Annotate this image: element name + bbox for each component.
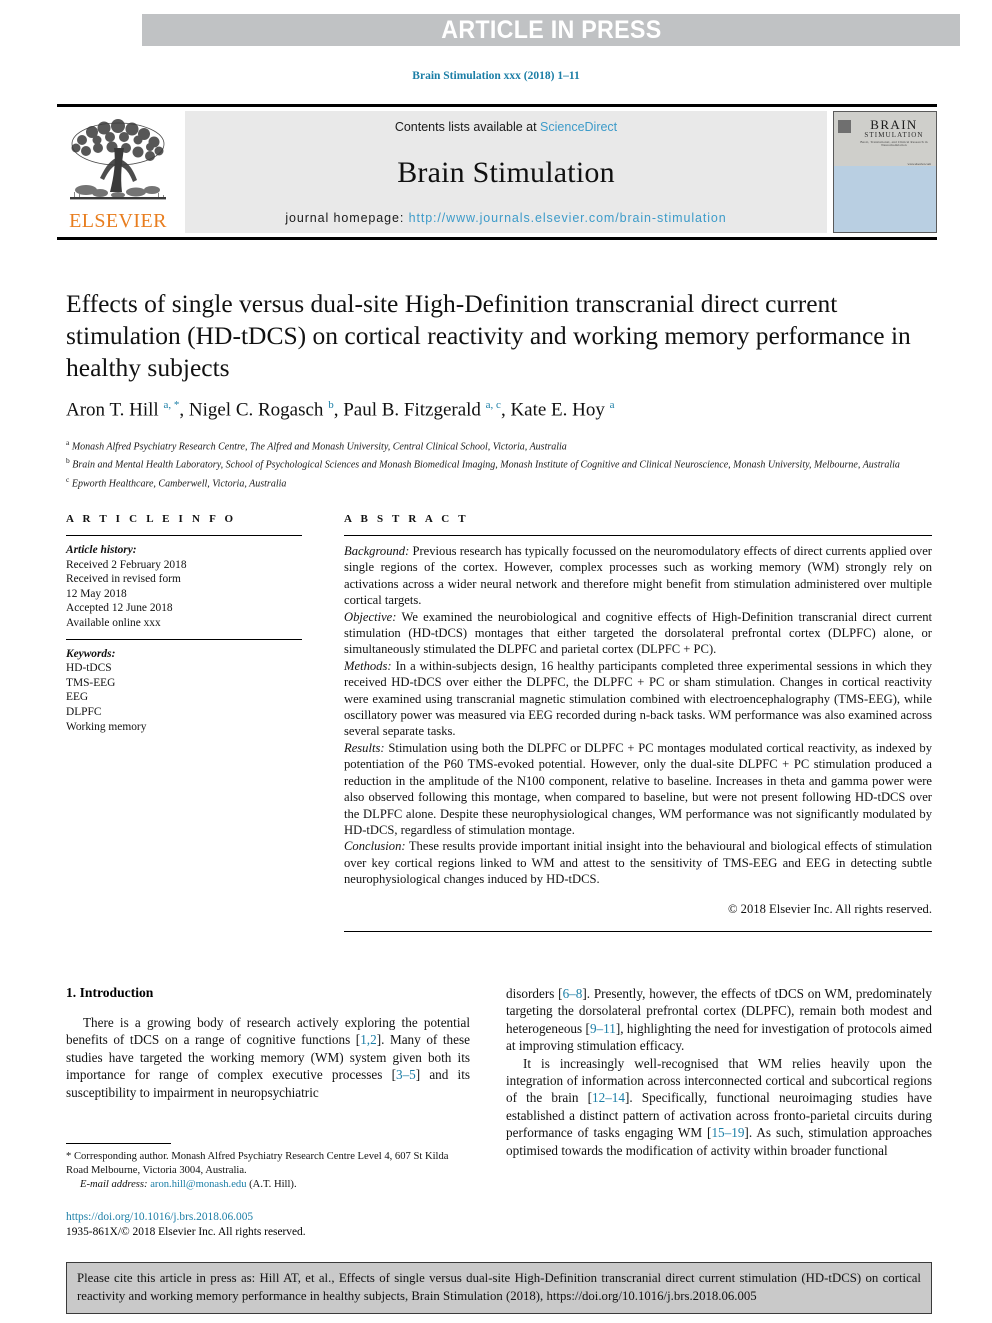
footnote-email-line: E-mail address: aron.hill@monash.edu (A.… <box>66 1178 470 1192</box>
citation-reference[interactable]: 6–8 <box>563 986 583 1001</box>
keyword-item: DLPFC <box>66 705 102 718</box>
citation-reference[interactable]: 1,2 <box>360 1032 376 1047</box>
keywords-block: Keywords: HD-tDCS TMS-EEG EEG DLPFC Working … <box>66 647 302 735</box>
footnote-corresponding-text: * Corresponding author. Monash Alfred Ps… <box>66 1151 449 1176</box>
cover-corner-note: www.elsevier.com <box>834 159 936 166</box>
abstract-section-label: Conclusion: <box>344 839 406 854</box>
affiliation-item: b Brain and Mental Health Laboratory, Sc… <box>66 456 900 471</box>
article-history-item: Received 2 February 2018 <box>66 558 187 571</box>
citation-reference[interactable]: 12–14 <box>592 1090 625 1105</box>
article-info-panel: A R T I C L E I N F O Article history: R… <box>66 513 302 734</box>
cover-header: BRAIN STIMULATION Basic, Translational, … <box>834 112 936 159</box>
intro-paragraph-1: There is a growing body of research acti… <box>66 1015 470 1100</box>
affiliation-item: c Epworth Healthcare, Camberwell, Victor… <box>66 474 287 489</box>
abstract-section: Results: Stimulation using both the DLPF… <box>344 740 932 837</box>
article-history-item: Available online xxx <box>66 616 161 629</box>
cover-title: BRAIN <box>870 117 918 132</box>
sciencedirect-link[interactable]: ScienceDirect <box>540 120 617 134</box>
doi-block: https://doi.org/10.1016/j.brs.2018.06.00… <box>66 1210 506 1239</box>
elsevier-tree-icon <box>70 119 166 200</box>
title-block: Effects of single versus dual-site High-… <box>66 288 932 491</box>
page-title: Effects of single versus dual-site High-… <box>66 289 911 382</box>
body-column-right: disorders [6–8]. Presently, however, the… <box>506 985 932 1159</box>
homepage-prefix: journal homepage: <box>285 211 409 225</box>
affiliation-item: a Monash Alfred Psychiatry Research Cent… <box>66 438 567 453</box>
email-label: E-mail address: <box>80 1179 148 1190</box>
abstract-section-label: Background: <box>344 544 410 558</box>
keyword-item: EEG <box>66 691 89 704</box>
abstract-section: Conclusion: These results provide import… <box>344 839 932 887</box>
journal-title: Brain Stimulation <box>397 155 615 189</box>
contents-line: Contents lists available at ScienceDirec… <box>395 120 617 134</box>
abstract-section-label: Methods: <box>344 658 392 673</box>
cover-badge-icon <box>838 120 851 133</box>
cite-this-article-text: Please cite this article in press as: Hi… <box>77 1271 921 1303</box>
citation-reference[interactable]: 9–11 <box>590 1021 616 1036</box>
abstract-body: Background: Previous research has typica… <box>344 543 932 888</box>
article-history-block: Article history: Received 2 February 201… <box>66 543 302 631</box>
article-history-items: Received 2 February 2018 Received in revi… <box>66 558 302 631</box>
abstract-section: Methods: In a within-subjects design, 16… <box>344 658 932 739</box>
corresponding-author-footnote: * Corresponding author. Monash Alfred Ps… <box>66 1143 470 1192</box>
author-list: Aron T. Hill a, *, Nigel C. Rogasch b, P… <box>66 399 615 421</box>
cover-subtitle: STIMULATION <box>864 131 924 139</box>
article-history-item: Received in revised form <box>66 573 181 586</box>
citation-reference[interactable]: 15–19 <box>711 1125 744 1140</box>
section-heading-introduction: 1. Introduction <box>66 985 154 1000</box>
journal-homepage-line: journal homepage: http://www.journals.el… <box>285 211 726 225</box>
email-suffix: (A.T. Hill). <box>246 1179 297 1190</box>
article-in-press-label: ARTICLE IN PRESS <box>440 15 662 44</box>
keyword-item: Working memory <box>66 720 147 733</box>
cover-tagline: Basic, Translational, and Clinical Resea… <box>860 140 928 148</box>
issn-copyright-line: 1935-861X/© 2018 Elsevier Inc. All right… <box>66 1225 306 1238</box>
doi-link[interactable]: https://doi.org/10.1016/j.brs.2018.06.00… <box>66 1211 253 1223</box>
elsevier-logo: ELSEVIER <box>57 111 179 233</box>
running-head: Brain Stimulation xxx (2018) 1–11 <box>412 70 580 82</box>
intro-paragraph-3: It is increasingly well-recognised that … <box>506 1055 932 1158</box>
elsevier-wordmark: ELSEVIER <box>69 210 167 232</box>
journal-homepage-link[interactable]: http://www.journals.elsevier.com/brain-s… <box>409 211 727 225</box>
abstract-bottom-rule <box>344 930 932 932</box>
abstract-rule <box>344 535 932 536</box>
article-history-item: Accepted 12 June 2018 <box>66 602 173 615</box>
abstract-section: Objective: We examined the neurobiologic… <box>344 609 932 657</box>
citation-reference[interactable]: 3–5 <box>396 1067 416 1082</box>
abstract-section: Background: Previous research has typica… <box>344 544 932 608</box>
abstract-heading: A B S T R A C T <box>344 513 469 525</box>
abstract-copyright: © 2018 Elsevier Inc. All rights reserved… <box>727 901 932 916</box>
keyword-item: HD-tDCS <box>66 662 112 675</box>
contents-prefix: Contents lists available at <box>394 120 541 134</box>
affiliation-list: a Monash Alfred Psychiatry Research Cent… <box>66 436 932 491</box>
masthead-center-panel: Contents lists available at ScienceDirec… <box>185 111 827 233</box>
cite-this-article-box: Please cite this article in press as: Hi… <box>66 1262 932 1314</box>
keywords-rule <box>66 638 302 640</box>
keywords-label: Keywords: <box>66 647 116 660</box>
article-history-item: 12 May 2018 <box>66 587 127 600</box>
author-email-link[interactable]: aron.hill@monash.edu <box>150 1179 246 1190</box>
keyword-item: TMS-EEG <box>66 676 116 689</box>
body-column-left: 1. Introduction There is a growing body … <box>66 985 470 1101</box>
article-info-heading: A R T I C L E I N F O <box>66 513 237 525</box>
abstract-panel: A B S T R A C T Background: Previous res… <box>344 513 932 932</box>
cover-text-block: BRAIN STIMULATION Basic, Translational, … <box>856 118 932 147</box>
article-history-label: Article history: <box>66 544 137 556</box>
journal-masthead: ELSEVIER Contents lists available at Sci… <box>57 104 937 240</box>
abstract-section-label: Results: <box>344 740 385 755</box>
abstract-section-label: Objective: <box>344 609 397 624</box>
footnote-rule <box>66 1143 171 1144</box>
intro-paragraph-2: disorders [6–8]. Presently, however, the… <box>506 986 932 1054</box>
article-info-rule <box>66 535 302 536</box>
keywords-items: HD-tDCS TMS-EEG EEG DLPFC Working memory <box>66 661 302 734</box>
journal-cover-thumbnail: BRAIN STIMULATION Basic, Translational, … <box>833 111 937 233</box>
article-in-press-banner: ARTICLE IN PRESS <box>142 14 960 46</box>
cover-body-block <box>834 166 936 232</box>
